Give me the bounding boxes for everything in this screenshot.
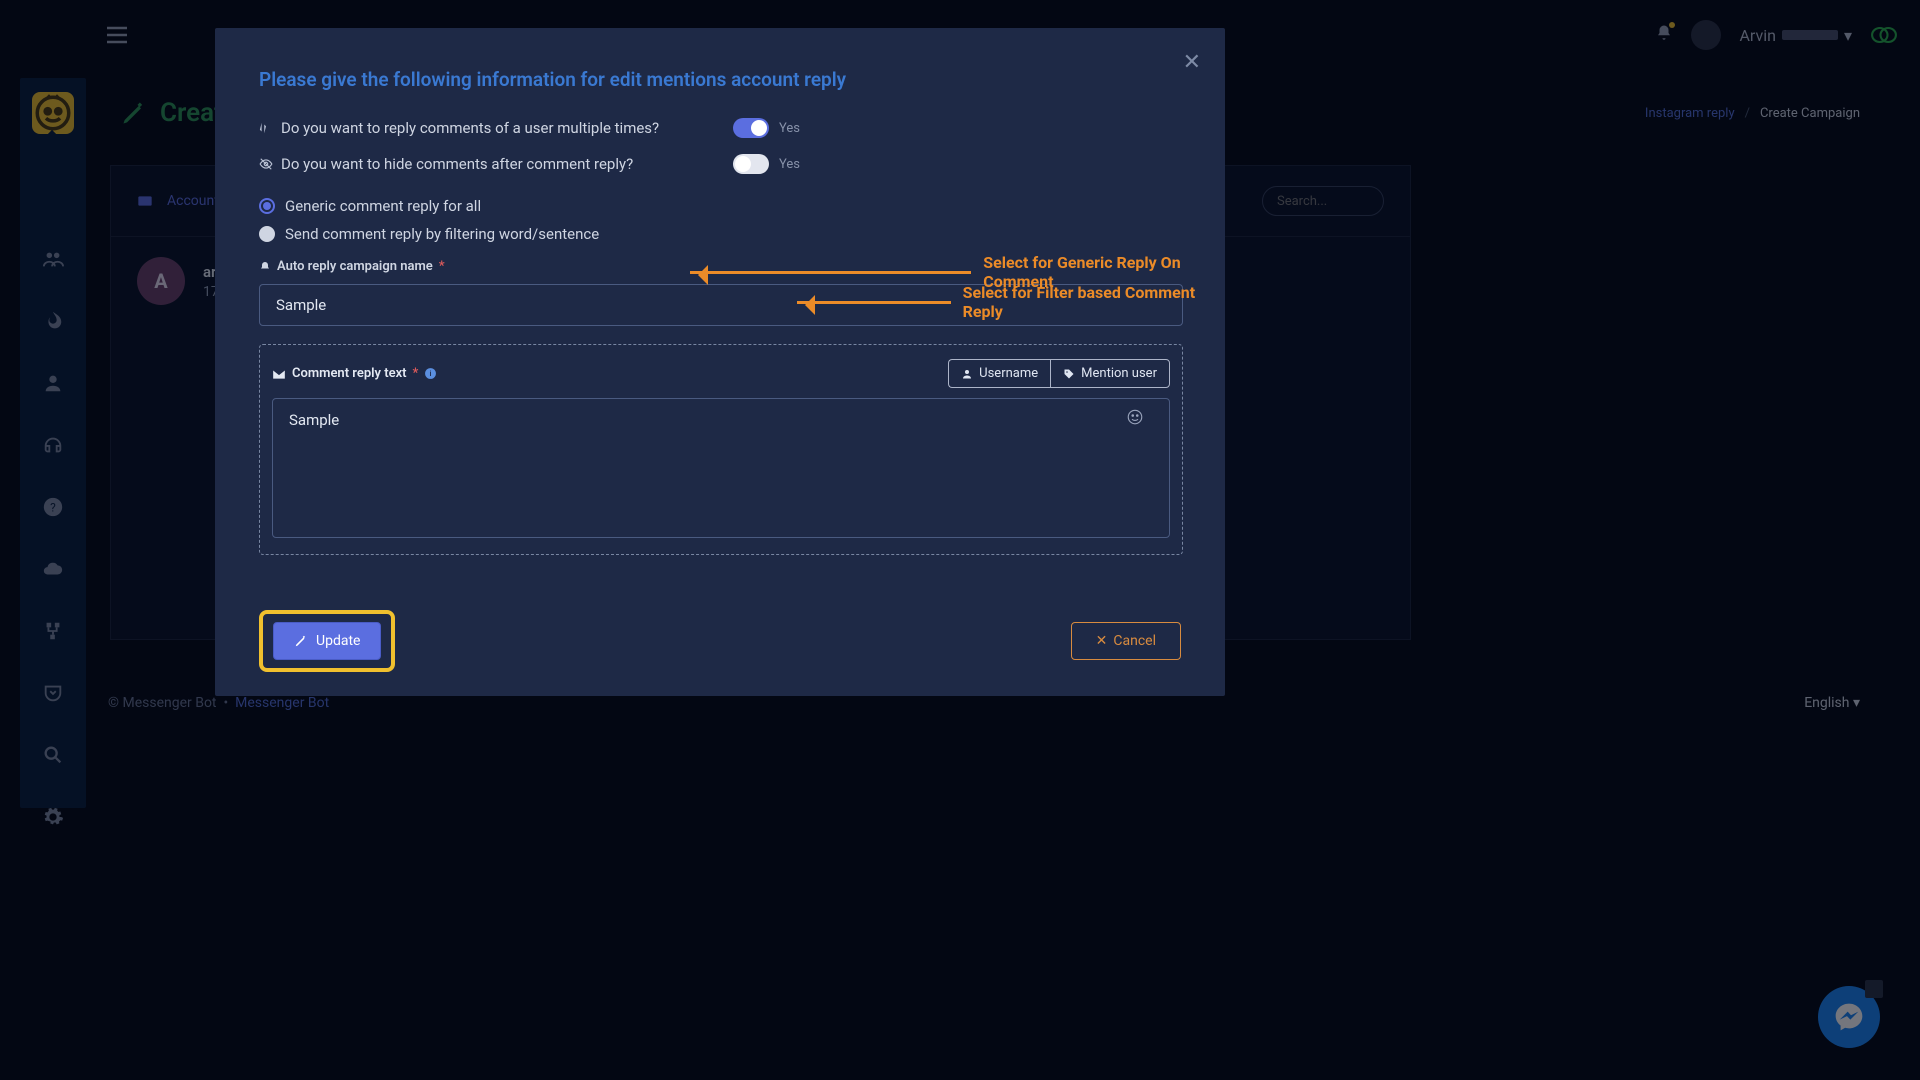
caret-down-icon: ▾ [1844,26,1852,45]
breadcrumb-separator: / [1745,106,1750,121]
nav-users-icon[interactable] [41,248,65,270]
question-multiple-reply: Do you want to reply comments of a user … [281,119,659,137]
user-name: Arvin [1739,26,1775,45]
radio-generic-reply[interactable] [259,198,275,214]
radio-filter-label: Send comment reply by filtering word/sen… [285,225,599,243]
required-asterisk: * [413,366,419,381]
eye-slash-icon [259,157,273,171]
info-icon[interactable]: i [424,367,437,380]
toggle-yes-label-2: Yes [779,157,800,172]
nav-fire-icon[interactable] [41,310,65,332]
insert-username-label: Username [979,366,1038,381]
sidebar: ? [20,78,86,808]
svg-text:i: i [430,369,432,378]
insert-mention-label: Mention user [1081,366,1157,381]
envelope-icon [272,368,286,380]
cancel-button[interactable]: ✕ Cancel [1071,622,1181,660]
close-x-icon: ✕ [1096,633,1108,649]
accounts-tab-icon [137,194,153,208]
annotation-filter: Select for Filter based Comment Reply [797,283,1225,321]
toggle-multiple-reply[interactable] [733,118,769,138]
language-label: English [1804,695,1849,711]
bell-icon[interactable] [1655,24,1673,46]
nav-network-icon[interactable] [41,620,65,642]
insert-username-button[interactable]: Username [948,359,1050,388]
language-dropdown[interactable]: English ▾ [1804,695,1860,711]
edit-reply-modal: ✕ Please give the following information … [215,28,1225,696]
logo-badge[interactable] [32,92,74,134]
pencil-icon [120,99,148,127]
user-avatar-top[interactable] [1691,20,1721,50]
radio-filter-reply[interactable] [259,226,275,242]
insert-mention-button[interactable]: Mention user [1050,359,1170,388]
update-label: Update [316,633,360,649]
nav-user-icon[interactable] [41,372,65,394]
toggle-yes-label: Yes [779,121,800,136]
breadcrumb: Instagram reply / Create Campaign [1645,106,1860,121]
close-icon[interactable]: ✕ [1183,50,1201,75]
chat-fab[interactable] [1818,986,1880,1048]
update-highlight: Update [259,610,395,672]
modal-title: Please give the following information fo… [259,68,1181,91]
bot-icon [32,92,74,134]
user-surname-redacted [1782,30,1838,40]
cancel-label: Cancel [1113,633,1156,649]
footer: © Messenger Bot • Messenger Bot English … [108,695,1860,711]
nav-pocket-icon[interactable] [41,682,65,704]
required-asterisk: * [439,259,445,274]
tag-icon [1063,368,1075,380]
footer-copyright: © Messenger Bot [108,695,217,711]
nav-search-icon[interactable] [41,744,65,766]
brand-toggle-icon [1870,26,1898,44]
nav-headset-icon[interactable] [41,434,65,456]
messenger-icon [1833,1001,1865,1033]
update-button[interactable]: Update [273,622,381,660]
breadcrumb-link[interactable]: Instagram reply [1645,106,1735,121]
sort-icon [259,121,273,135]
emoji-icon[interactable] [1126,408,1144,426]
reply-text-label: Comment reply text [292,366,407,381]
nav-question-icon[interactable]: ? [41,496,65,518]
svg-text:?: ? [50,501,56,515]
user-menu[interactable]: Arvin ▾ [1739,26,1852,45]
campaign-name-label: Auto reply campaign name [277,259,433,274]
nav-gear-icon[interactable] [41,806,65,828]
account-avatar: A [137,257,185,305]
arrow-icon [797,301,951,304]
user-icon [961,368,973,380]
toggle-hide-comments[interactable] [733,154,769,174]
arrow-icon [690,271,971,274]
edit-icon [294,634,308,648]
footer-link[interactable]: Messenger Bot [235,695,329,711]
hamburger-icon[interactable] [105,25,129,45]
bell-icon [259,261,271,273]
footer-dot: • [223,695,228,711]
breadcrumb-current: Create Campaign [1760,106,1860,121]
reply-text-textarea[interactable] [272,398,1170,538]
radio-generic-label: Generic comment reply for all [285,197,481,215]
annotation-filter-text: Select for Filter based Comment Reply [963,283,1225,321]
chat-badge [1865,980,1883,998]
notification-dot [1669,22,1675,28]
question-hide-comments: Do you want to hide comments after comme… [281,155,633,173]
search-input[interactable] [1262,186,1384,216]
nav-cloud-icon[interactable] [41,558,65,580]
